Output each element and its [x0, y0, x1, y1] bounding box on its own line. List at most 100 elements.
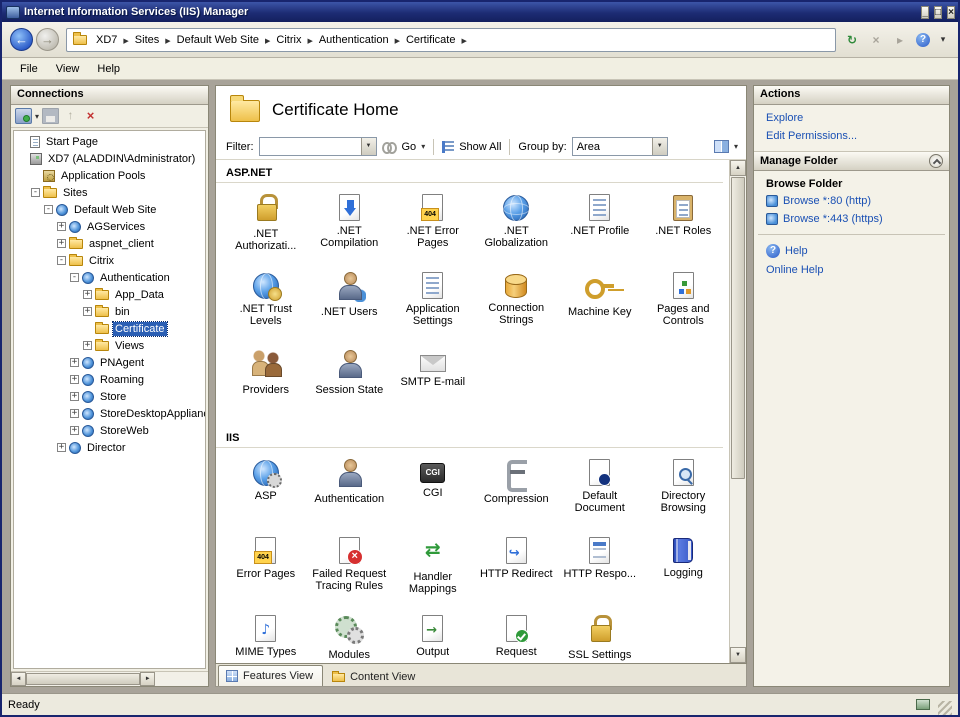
- feature-net-compilation[interactable]: .NET Compilation: [308, 187, 392, 265]
- tree-item-storeweb[interactable]: + StoreWeb: [14, 422, 205, 439]
- feature-net-profile[interactable]: .NET Profile: [558, 187, 642, 265]
- feature-mime-types[interactable]: MIME Types: [224, 608, 308, 663]
- collapse-icon[interactable]: -: [70, 273, 79, 282]
- feature-ssl-settings[interactable]: SSL Settings: [558, 608, 642, 663]
- vertical-scrollbar[interactable]: ▲ ▼: [729, 160, 746, 663]
- expand-icon[interactable]: +: [70, 426, 79, 435]
- feature-modules[interactable]: Modules: [308, 608, 392, 663]
- tree-item-default-web-site[interactable]: - Default Web Site: [14, 201, 205, 218]
- go-button[interactable]: Go: [402, 141, 417, 153]
- up-button[interactable]: ↑: [62, 108, 79, 124]
- action-browse-443-https[interactable]: Browse *:443 (https): [754, 210, 949, 228]
- tree-item-application-pools[interactable]: Application Pools: [14, 167, 205, 184]
- feature-net-roles[interactable]: .NET Roles: [642, 187, 726, 265]
- feature-cgi[interactable]: CGI: [391, 452, 475, 530]
- feature-handler-mappings[interactable]: Handler Mappings: [391, 530, 475, 608]
- tree-item-sites[interactable]: - Sites: [14, 184, 205, 201]
- tree-item-authentication[interactable]: - Authentication: [14, 269, 205, 286]
- tree-item-app-data[interactable]: + App_Data: [14, 286, 205, 303]
- feature-machine-key[interactable]: Machine Key: [558, 265, 642, 343]
- tree-item-bin[interactable]: + bin: [14, 303, 205, 320]
- combo-arrow-icon[interactable]: ▼: [360, 138, 376, 155]
- resize-grip[interactable]: [938, 701, 952, 715]
- action-browse-80-http[interactable]: Browse *:80 (http): [754, 192, 949, 210]
- forward-button[interactable]: →: [36, 28, 59, 51]
- feature-pages-and-controls[interactable]: Pages and Controls: [642, 265, 726, 343]
- breadcrumb-item-certificate[interactable]: Certificate: [401, 34, 461, 46]
- expand-icon[interactable]: +: [57, 222, 66, 231]
- feature-providers[interactable]: Providers: [224, 343, 308, 421]
- stop-icon[interactable]: ×: [868, 33, 884, 47]
- menu-view[interactable]: View: [48, 61, 88, 77]
- breadcrumb-item-sites[interactable]: Sites: [130, 34, 164, 46]
- action-explore[interactable]: Explore: [754, 109, 949, 127]
- create-connection-chevron-icon[interactable]: ▾: [35, 112, 39, 121]
- show-all-button[interactable]: Show All: [459, 141, 501, 153]
- breadcrumb-item-citrix[interactable]: Citrix: [271, 34, 306, 46]
- tree-item-xd7-aladdin-administrator[interactable]: XD7 (ALADDIN\Administrator): [14, 150, 205, 167]
- tree-item-director[interactable]: + Director: [14, 439, 205, 456]
- maximize-button[interactable]: □: [934, 5, 943, 19]
- back-button[interactable]: ←: [10, 28, 33, 51]
- feature-net-trust-levels[interactable]: .NET Trust Levels: [224, 265, 308, 343]
- feature-authentication[interactable]: Authentication: [308, 452, 392, 530]
- save-connections-button[interactable]: [42, 108, 60, 124]
- feature-net-users[interactable]: .NET Users: [308, 265, 392, 343]
- action-help[interactable]: ? Help: [754, 241, 949, 261]
- collapse-icon[interactable]: -: [57, 256, 66, 265]
- feature-net-error-pages[interactable]: .NET Error Pages: [391, 187, 475, 265]
- feature-connection-strings[interactable]: Connection Strings: [475, 265, 559, 343]
- expand-icon[interactable]: +: [70, 358, 79, 367]
- horizontal-scrollbar[interactable]: ◄ ►: [11, 671, 208, 686]
- collapse-icon[interactable]: -: [44, 205, 53, 214]
- toolbar-options-chevron-icon[interactable]: ▾: [938, 34, 948, 45]
- feature-directory-browsing[interactable]: Directory Browsing: [642, 452, 726, 530]
- breadcrumb-item-authentication[interactable]: Authentication: [314, 34, 394, 46]
- scrollbar-thumb[interactable]: [731, 177, 745, 479]
- collapse-icon[interactable]: -: [31, 188, 40, 197]
- feature-application-settings[interactable]: Application Settings: [391, 265, 475, 343]
- feature-net-authorizati[interactable]: .NET Authorizati...: [224, 187, 308, 265]
- feature-net-globalization[interactable]: .NET Globalization: [475, 187, 559, 265]
- minimize-button[interactable]: _: [921, 5, 929, 19]
- tree-item-views[interactable]: + Views: [14, 337, 205, 354]
- tree-item-citrix[interactable]: - Citrix: [14, 252, 205, 269]
- menu-help[interactable]: Help: [89, 61, 128, 77]
- feature-http-respo[interactable]: HTTP Respo...: [558, 530, 642, 608]
- expand-icon[interactable]: +: [83, 341, 92, 350]
- scroll-left-button[interactable]: ◄: [11, 672, 26, 686]
- scroll-up-button[interactable]: ▲: [730, 160, 746, 176]
- action-edit-permissions[interactable]: Edit Permissions...: [754, 127, 949, 145]
- expand-icon[interactable]: +: [70, 375, 79, 384]
- feature-smtp-e-mail[interactable]: SMTP E-mail: [391, 343, 475, 421]
- feature-compression[interactable]: Compression: [475, 452, 559, 530]
- tab-content-view[interactable]: Content View: [325, 669, 424, 686]
- feature-asp[interactable]: ASP: [224, 452, 308, 530]
- tree-item-start-page[interactable]: Start Page: [14, 133, 205, 150]
- scrollbar-thumb[interactable]: [26, 673, 141, 685]
- expand-icon[interactable]: +: [57, 239, 66, 248]
- go-options-chevron-icon[interactable]: ▾: [421, 142, 425, 151]
- tree-item-certificate[interactable]: Certificate: [14, 320, 205, 337]
- tree-item-store[interactable]: + Store: [14, 388, 205, 405]
- tree-item-roaming[interactable]: + Roaming: [14, 371, 205, 388]
- combo-arrow-icon[interactable]: ▼: [651, 138, 667, 155]
- feature-request[interactable]: Request: [475, 608, 559, 663]
- breadcrumb-item-xd7[interactable]: XD7: [91, 34, 122, 46]
- view-options-chevron-icon[interactable]: ▾: [734, 142, 738, 151]
- delete-connection-button[interactable]: ×: [82, 108, 99, 124]
- help-icon[interactable]: ?: [916, 32, 930, 47]
- collapse-icon[interactable]: [929, 154, 943, 168]
- feature-logging[interactable]: Logging: [642, 530, 726, 608]
- filter-input[interactable]: ▼: [258, 137, 377, 156]
- tab-features-view[interactable]: Features View: [218, 665, 324, 686]
- action-online-help[interactable]: Online Help: [754, 261, 949, 279]
- scroll-down-button[interactable]: ▼: [730, 647, 746, 663]
- refresh-icon[interactable]: ↻: [844, 33, 860, 47]
- pin-icon[interactable]: ▸: [892, 33, 908, 47]
- feature-output[interactable]: Output: [391, 608, 475, 663]
- breadcrumb-item-default-web-site[interactable]: Default Web Site: [172, 34, 264, 46]
- close-button[interactable]: ×: [947, 5, 955, 19]
- tree-item-pnagent[interactable]: + PNAgent: [14, 354, 205, 371]
- expand-icon[interactable]: +: [57, 443, 66, 452]
